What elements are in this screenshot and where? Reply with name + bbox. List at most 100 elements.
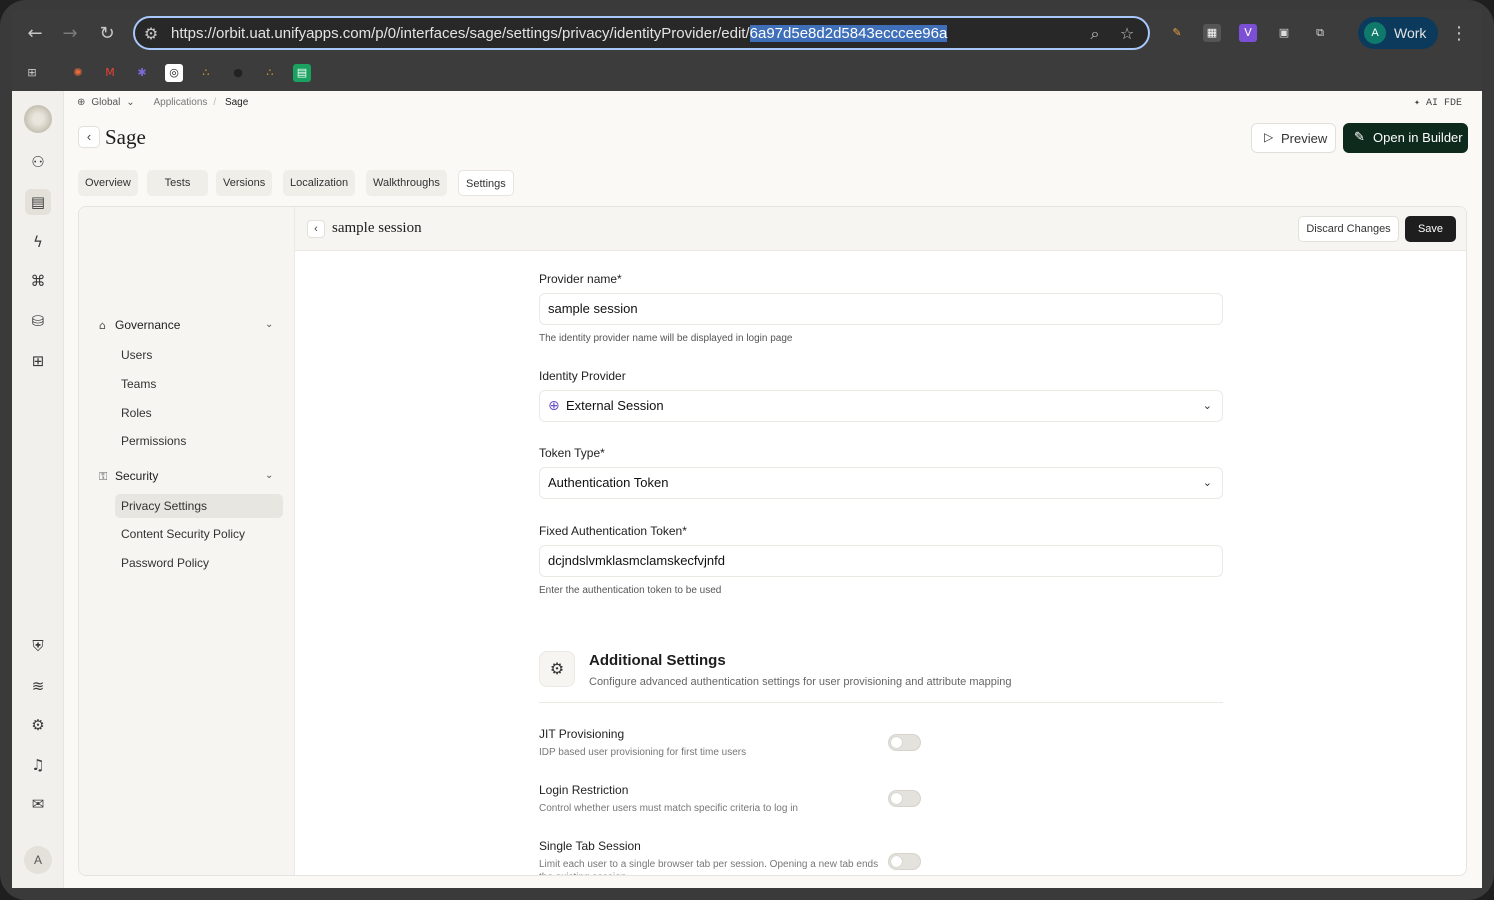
chevron-down-icon: ⌄ — [1202, 476, 1212, 489]
claude-bookmark-icon[interactable]: ✺ — [69, 64, 87, 82]
sidebar-item-privacy-settings[interactable]: Privacy Settings — [115, 494, 283, 518]
preview-button[interactable]: ▷ Preview — [1251, 123, 1336, 153]
globe-icon: ⊕ — [77, 97, 86, 108]
bell-icon[interactable]: ♫ — [25, 752, 51, 778]
governance-label: Governance — [115, 318, 181, 332]
sidebar-item-roles[interactable]: Roles — [115, 401, 283, 425]
sidebar-item-permissions[interactable]: Permissions — [115, 429, 283, 453]
tab-settings[interactable]: Settings — [458, 170, 514, 196]
chatgpt-bookmark-icon[interactable]: ◎ — [165, 64, 183, 82]
puzzle-extensions-icon[interactable]: ⧉ — [1311, 24, 1329, 42]
identity-provider-select[interactable]: ⊕ External Session ⌄ — [539, 390, 1223, 422]
play-icon: ▷ — [1264, 130, 1274, 144]
sheets-bookmark-icon[interactable]: ▤ — [293, 64, 311, 82]
reload-icon[interactable]: ↻ — [95, 22, 119, 46]
identity-provider-value: External Session — [566, 398, 664, 413]
chevron-down-icon: ⌄ — [1202, 399, 1212, 412]
fixed-token-input[interactable]: dcjndslvmklasmclamskecfvjnfd — [539, 545, 1223, 577]
sidebar-item-content-security-policy[interactable]: Content Security Policy — [115, 522, 283, 546]
gmail-bookmark-icon[interactable]: M — [101, 64, 119, 82]
monday-bookmark-2-icon[interactable]: ∴ — [261, 64, 279, 82]
circle-bookmark-icon[interactable]: ● — [229, 64, 247, 82]
security-chevron-icon[interactable]: ⌄ — [265, 470, 273, 481]
slack-bookmark-icon[interactable]: ✱ — [133, 64, 151, 82]
tab-walkthroughs[interactable]: Walkthroughs — [366, 170, 447, 196]
jit-provisioning-label: JIT Provisioning — [539, 727, 625, 741]
login-restriction-toggle[interactable] — [888, 790, 921, 807]
token-type-value: Authentication Token — [548, 475, 669, 490]
breadcrumb-scope[interactable]: Global — [91, 97, 120, 108]
bookmark-star-icon[interactable]: ☆ — [1117, 24, 1137, 44]
jit-provisioning-desc: IDP based user provisioning for first ti… — [539, 747, 747, 758]
sidebar-item-teams[interactable]: Teams — [115, 372, 283, 396]
jit-provisioning-toggle[interactable] — [888, 734, 921, 751]
single-tab-session-label: Single Tab Session — [539, 839, 641, 853]
site-settings-icon[interactable]: ⚙ — [141, 24, 161, 44]
governance-chevron-icon[interactable]: ⌄ — [265, 319, 273, 330]
panel-back-button[interactable]: ‹ — [307, 220, 325, 238]
tab-localization[interactable]: Localization — [283, 170, 356, 196]
page-title: Sage — [105, 125, 146, 149]
fixed-token-label: Fixed Authentication Token* — [539, 524, 687, 538]
security-icon: ⚿ — [99, 470, 108, 483]
save-button[interactable]: Save — [1405, 216, 1456, 242]
sidebar-item-password-policy[interactable]: Password Policy — [115, 551, 283, 575]
edit-icon: ✎ — [1354, 129, 1365, 144]
gear-icon[interactable]: ⚙ — [25, 712, 51, 738]
breadcrumb-applications[interactable]: Applications — [153, 97, 207, 108]
apps-grid-icon[interactable]: ⊞ — [23, 64, 41, 82]
divider — [539, 702, 1223, 703]
chevron-down-icon[interactable]: ⌄ — [126, 97, 134, 108]
token-type-label: Token Type* — [539, 446, 605, 460]
governance-group[interactable]: ⌂ Governance — [99, 318, 180, 332]
monday-bookmark-icon[interactable]: ∴ — [197, 64, 215, 82]
panel-header: ‹ sample session Discard Changes Save — [295, 207, 1466, 251]
frame-extension-icon[interactable]: ▣ — [1275, 24, 1293, 42]
feedback-icon[interactable]: ✉ — [25, 791, 51, 817]
profile-chip[interactable]: A Work — [1358, 17, 1438, 49]
ai-fde-button[interactable]: ✦ AI FDE — [1414, 97, 1462, 109]
back-arrow-icon[interactable]: ← — [23, 22, 47, 46]
provider-name-input[interactable]: sample session — [539, 293, 1223, 325]
tab-versions[interactable]: Versions — [216, 170, 273, 196]
back-button[interactable]: ‹ — [78, 126, 100, 148]
address-bar[interactable]: ⚙ https://orbit.uat.unifyapps.com/p/0/in… — [133, 16, 1150, 50]
discard-changes-button[interactable]: Discard Changes — [1298, 216, 1399, 242]
interfaces-icon[interactable]: ▤ — [25, 189, 51, 215]
url-text[interactable]: https://orbit.uat.unifyapps.com/p/0/inte… — [171, 25, 948, 42]
tab-overview[interactable]: Overview — [78, 170, 138, 196]
sidebar-item-users[interactable]: Users — [115, 343, 283, 367]
settings-sidebar: ⌂ Governance ⌄ Users Teams Roles Permissi… — [79, 207, 295, 875]
v-extension-icon[interactable]: V — [1239, 24, 1257, 42]
user-avatar[interactable]: A — [24, 846, 52, 874]
forward-arrow-icon[interactable]: → — [58, 22, 82, 46]
layers-icon[interactable]: ≋ — [25, 673, 51, 699]
integration-nodes-icon[interactable]: ⌘ — [25, 268, 51, 294]
tab-tests[interactable]: Tests — [147, 170, 208, 196]
user-add-icon[interactable]: ⚇ — [25, 149, 51, 175]
fixed-token-help: Enter the authentication token to be use… — [539, 585, 722, 596]
preview-label: Preview — [1281, 131, 1328, 146]
globe-user-icon: ⊕ — [548, 398, 560, 414]
shield-settings-icon[interactable]: ⛨ — [25, 633, 51, 659]
grid-extension-icon[interactable]: ▦ — [1203, 24, 1221, 42]
security-group[interactable]: ⚿ Security — [99, 469, 158, 484]
app-logo[interactable] — [24, 105, 52, 133]
single-tab-session-desc: Limit each user to a single browser tab … — [539, 859, 879, 875]
automation-bolt-icon[interactable]: ϟ — [25, 229, 51, 255]
profile-name: Work — [1394, 25, 1427, 41]
panel-title: sample session — [332, 220, 422, 236]
browser-menu-icon[interactable]: ⋮ — [1447, 22, 1471, 46]
url-selected: 6a97d5e8d2d5843ecccee96a — [749, 25, 948, 42]
identity-provider-label: Identity Provider — [539, 369, 626, 383]
zoom-icon[interactable]: ⌕ — [1085, 24, 1105, 44]
open-in-builder-button[interactable]: ✎ Open in Builder — [1343, 123, 1468, 153]
pen-extension-icon[interactable]: ✎ — [1168, 24, 1186, 42]
token-type-select[interactable]: Authentication Token ⌄ — [539, 467, 1223, 499]
single-tab-session-toggle[interactable] — [888, 853, 921, 870]
left-rail: ⚇ ▤ ϟ ⌘ ⛁ ⊞ ⛨ ≋ ⚙ ♫ ✉ A — [12, 91, 64, 888]
components-icon[interactable]: ⊞ — [25, 348, 51, 374]
open-in-builder-label: Open in Builder — [1373, 130, 1463, 145]
database-icon[interactable]: ⛁ — [25, 308, 51, 334]
login-restriction-label: Login Restriction — [539, 783, 629, 797]
